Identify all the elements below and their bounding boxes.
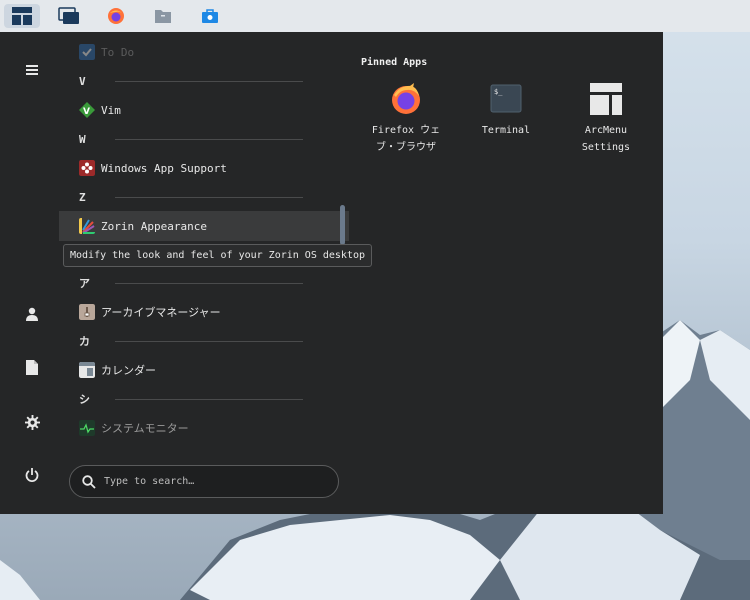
svg-text:V: V <box>83 107 90 117</box>
divider <box>115 138 303 140</box>
arcmenu-button[interactable] <box>4 4 40 28</box>
power-icon <box>25 468 39 482</box>
divider <box>115 398 303 400</box>
gear-icon <box>24 414 40 430</box>
pinned-app-firefox[interactable]: Firefox ウェ ブ・ブラウザ <box>361 82 451 156</box>
app-list[interactable]: To Do V V Vim W Windows App Support Z Zo… <box>59 32 349 442</box>
arcmenu-icon <box>589 82 623 116</box>
calendar-icon <box>79 362 95 378</box>
pinned-apps-title: Pinned Apps <box>361 57 428 68</box>
system-monitor-icon <box>79 420 95 436</box>
app-tooltip: Modify the look and feel of your Zorin O… <box>63 244 373 267</box>
pinned-app-label-line2: Settings <box>581 142 631 153</box>
app-item-todo[interactable]: To Do <box>59 37 349 67</box>
menu-side-rail <box>0 32 64 514</box>
pinned-app-terminal[interactable]: $_ Terminal <box>461 82 551 139</box>
workspaces-icon <box>58 7 79 24</box>
top-panel <box>0 0 750 32</box>
app-item-windows-app-support[interactable]: Windows App Support <box>59 153 349 183</box>
letter-header-z: Z <box>79 187 303 207</box>
app-label: Zorin Appearance <box>101 219 207 233</box>
app-item-system-monitor[interactable]: システムモニター <box>59 413 349 442</box>
divider <box>115 80 303 82</box>
pinned-app-arcmenu-settings[interactable]: ArcMenu Settings <box>561 82 651 156</box>
app-label: Windows App Support <box>101 161 227 175</box>
svg-text:$_: $_ <box>494 88 503 96</box>
app-item-zorin-appearance[interactable]: Zorin Appearance <box>59 211 349 241</box>
pinned-app-label: Terminal <box>481 125 531 136</box>
app-item-calendar[interactable]: カレンダー <box>59 355 349 385</box>
categories-button[interactable] <box>22 60 42 80</box>
letter-label: シ <box>79 393 90 406</box>
app-label: アーカイブマネージャー <box>101 306 221 319</box>
settings-button[interactable] <box>22 412 42 432</box>
app-item-archive-manager[interactable]: アーカイブマネージャー <box>59 297 349 327</box>
letter-header-a-kana: ア <box>79 273 303 293</box>
arcmenu-popup: To Do V V Vim W Windows App Support Z Zo… <box>0 32 663 514</box>
letter-label: V <box>79 74 86 88</box>
search-input[interactable] <box>104 476 324 487</box>
letter-header-ka-kana: カ <box>79 331 303 351</box>
letter-header-v: V <box>79 71 303 91</box>
app-label: カレンダー <box>101 364 156 377</box>
documents-button[interactable] <box>22 357 42 377</box>
firefox-taskbar-button[interactable] <box>98 4 134 28</box>
divider <box>115 282 303 284</box>
wine-icon <box>79 160 95 176</box>
vim-icon: V <box>79 102 95 118</box>
search-icon <box>82 474 96 489</box>
letter-header-w: W <box>79 129 303 149</box>
app-item-vim[interactable]: V Vim <box>59 95 349 125</box>
letter-label: Z <box>79 190 86 204</box>
letter-label: カ <box>79 335 90 348</box>
search-box[interactable] <box>69 465 339 498</box>
terminal-icon: $_ <box>489 82 523 116</box>
todo-icon <box>79 44 95 60</box>
user-button[interactable] <box>22 304 42 324</box>
arcmenu-icon <box>12 7 32 25</box>
software-store-icon <box>202 9 218 23</box>
archive-icon <box>79 304 95 320</box>
hamburger-icon <box>26 65 38 75</box>
pinned-app-label-line2: ブ・ブラウザ <box>376 142 436 153</box>
pinned-app-label-line1: Firefox ウェ <box>371 125 441 136</box>
firefox-icon <box>108 8 124 24</box>
zorin-appearance-icon <box>79 218 95 234</box>
app-label: Vim <box>101 103 121 117</box>
letter-label: ア <box>79 277 90 290</box>
divider <box>115 196 303 198</box>
files-taskbar-button[interactable] <box>145 4 181 28</box>
files-icon <box>155 10 171 23</box>
workspaces-button[interactable] <box>51 4 87 28</box>
app-list-scrollbar[interactable] <box>340 205 345 245</box>
app-label: To Do <box>101 45 135 59</box>
software-store-taskbar-button[interactable] <box>192 4 228 28</box>
letter-label: W <box>79 132 86 146</box>
firefox-icon <box>389 82 423 116</box>
user-icon <box>26 307 38 321</box>
app-label: システムモニター <box>101 422 189 435</box>
letter-header-shi-kana: シ <box>79 389 303 409</box>
pinned-app-label-line1: ArcMenu <box>584 125 628 136</box>
document-icon <box>26 359 38 375</box>
power-button[interactable] <box>22 465 42 485</box>
divider <box>115 340 303 342</box>
